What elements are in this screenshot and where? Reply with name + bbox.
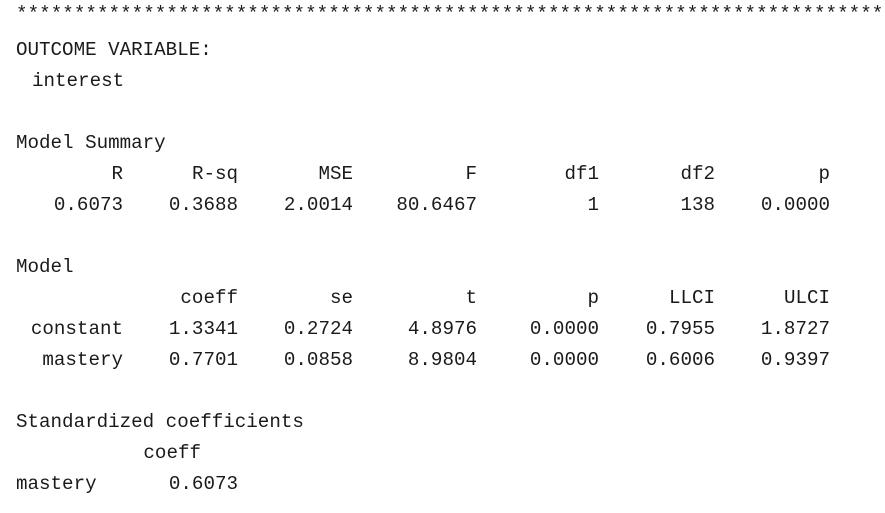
header-df2: df2 [680, 163, 715, 185]
value-mse: 2.0014 [283, 194, 353, 216]
header-r-sq: R-sq [191, 163, 238, 185]
header-p: p [818, 163, 830, 185]
value-p: 0.0000 [760, 194, 830, 216]
outcome-variable-name: interest [32, 70, 125, 92]
row-label-constant: constant [30, 318, 123, 340]
mastery-se: 0.0858 [283, 349, 353, 371]
header-mse: MSE [318, 163, 353, 185]
mastery-t: 8.9804 [407, 349, 477, 371]
header-coeff: coeff [180, 287, 238, 309]
constant-se: 0.2724 [283, 318, 353, 340]
constant-llci: 0.7955 [645, 318, 715, 340]
mastery-llci: 0.6006 [645, 349, 715, 371]
constant-p: 0.0000 [529, 318, 599, 340]
standardized-row-label: mastery [16, 473, 97, 495]
header-df1: df1 [564, 163, 599, 185]
asterisk-separator: ****************************************… [16, 3, 884, 25]
standardized-mastery-coeff: 0.6073 [168, 473, 238, 495]
header-r: R [111, 163, 123, 185]
constant-coeff: 1.3341 [168, 318, 238, 340]
mastery-p: 0.0000 [529, 349, 599, 371]
standardized-title: Standardized coefficients [16, 411, 304, 433]
header-se: se [329, 287, 353, 309]
model-summary-title: Model Summary [16, 132, 166, 154]
constant-ulci: 1.8727 [760, 318, 830, 340]
mastery-ulci: 0.9397 [760, 349, 830, 371]
header-p-model: p [587, 287, 599, 309]
header-f: F [465, 163, 477, 185]
header-llci: LLCI [668, 287, 715, 309]
value-r: 0.6073 [53, 194, 123, 216]
mastery-coeff: 0.7701 [168, 349, 238, 371]
constant-t: 4.8976 [407, 318, 477, 340]
model-title: Model [16, 256, 74, 278]
value-df1: 1 [587, 194, 599, 216]
standardized-header-coeff: coeff [143, 442, 201, 464]
value-f: 80.6467 [396, 194, 477, 216]
row-label-mastery: mastery [42, 349, 123, 371]
outcome-variable-label: OUTCOME VARIABLE: [16, 39, 212, 61]
header-ulci: ULCI [783, 287, 830, 309]
header-t: t [465, 287, 477, 309]
process-output-page: { "separator": "************************… [0, 0, 885, 513]
value-r-sq: 0.3688 [168, 194, 238, 216]
value-df2: 138 [680, 194, 715, 216]
